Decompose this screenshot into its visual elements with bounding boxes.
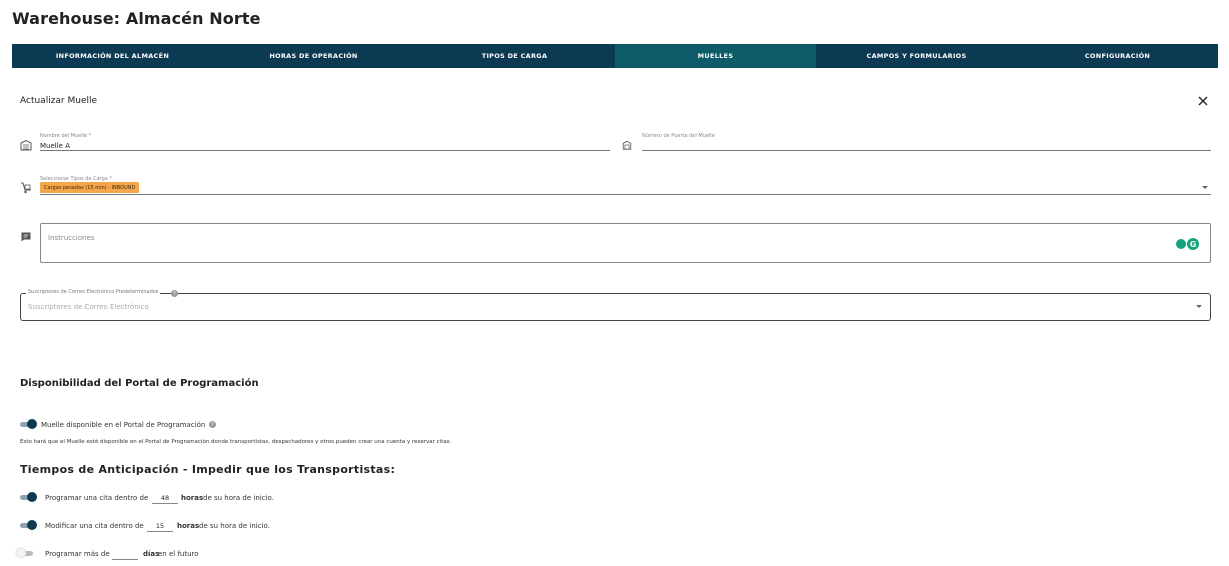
tab-tipos-carga[interactable]: TIPOS DE CARGA xyxy=(414,44,615,68)
future-limit-suffix: en el futuro xyxy=(158,550,199,558)
dock-name-underline xyxy=(40,150,610,151)
dock-name-input[interactable]: Muelle A xyxy=(40,142,70,150)
future-limit-unit: días xyxy=(143,550,160,558)
modify-lead-time-toggle[interactable] xyxy=(19,520,37,530)
email-subscribers-select[interactable] xyxy=(20,293,1211,321)
instructions-placeholder: Instrucciones xyxy=(48,234,95,242)
grammar-assist-icon[interactable] xyxy=(1176,239,1186,249)
portal-heading: Disponibilidad del Portal de Programació… xyxy=(20,378,259,389)
tab-horas-operacion[interactable]: HORAS DE OPERACIÓN xyxy=(213,44,414,68)
door-icon xyxy=(622,140,632,150)
instructions-textarea[interactable] xyxy=(40,223,1211,263)
dock-name-label: Nombre del Muelle * xyxy=(40,133,92,139)
modify-lead-time-prefix: Modificar una cita dentro de xyxy=(45,522,144,530)
comment-icon xyxy=(20,231,32,243)
tab-campos-formularios[interactable]: CAMPOS Y FORMULARIOS xyxy=(816,44,1017,68)
load-types-underline xyxy=(40,194,1211,195)
close-button[interactable] xyxy=(1196,93,1210,107)
hand-truck-icon xyxy=(20,182,32,194)
portal-toggle-label: Muelle disponible en el Portal de Progra… xyxy=(41,421,206,429)
help-icon[interactable]: ? xyxy=(209,421,216,428)
future-limit-input[interactable] xyxy=(112,549,138,560)
future-limit-toggle[interactable] xyxy=(16,548,34,558)
form-title: Actualizar Muelle xyxy=(20,96,98,106)
tab-informacion-almacen[interactable]: INFORMACIÓN DEL ALMACÉN xyxy=(12,44,213,68)
tab-configuracion[interactable]: CONFIGURACIÓN xyxy=(1017,44,1218,68)
future-limit-prefix: Programar más de xyxy=(45,550,110,558)
help-icon[interactable]: ? xyxy=(171,290,178,297)
door-number-label: Número de Puerta del Muelle xyxy=(642,133,715,139)
schedule-lead-time-suffix: de su hora de inicio. xyxy=(203,494,274,502)
email-subscribers-label: Suscriptores de Correo Electrónico Prede… xyxy=(26,289,161,295)
portal-description: Esto hará que el Muelle esté disponible … xyxy=(20,439,452,445)
tab-muelles[interactable]: MUELLES xyxy=(615,44,816,68)
close-icon xyxy=(1198,96,1208,106)
schedule-lead-time-input[interactable] xyxy=(152,493,178,504)
load-types-dropdown-icon[interactable] xyxy=(1202,186,1208,189)
modify-lead-time-input[interactable] xyxy=(147,521,173,532)
warehouse-icon xyxy=(20,139,32,151)
schedule-lead-time-prefix: Programar una cita dentro de xyxy=(45,494,149,502)
tab-bar: INFORMACIÓN DEL ALMACÉN HORAS DE OPERACI… xyxy=(12,44,1218,68)
lead-times-heading: Tiempos de Anticipación - Impedir que lo… xyxy=(20,463,396,476)
modify-lead-time-unit: horas xyxy=(177,522,200,530)
portal-availability-toggle[interactable] xyxy=(19,419,37,429)
grammarly-icon[interactable]: G xyxy=(1187,238,1199,250)
email-subscribers-placeholder: Suscriptores de Correo Electrónico xyxy=(28,303,149,311)
door-number-underline xyxy=(642,150,1211,151)
modify-lead-time-suffix: de su hora de inicio. xyxy=(199,522,270,530)
schedule-lead-time-unit: horas xyxy=(181,494,204,502)
load-type-chip[interactable]: Cargas pesadas (15 min) - INBOUND xyxy=(40,182,140,193)
email-subscribers-dropdown-icon[interactable] xyxy=(1196,305,1202,308)
schedule-lead-time-toggle[interactable] xyxy=(19,492,37,502)
page-title: Warehouse: Almacén Norte xyxy=(12,9,261,28)
